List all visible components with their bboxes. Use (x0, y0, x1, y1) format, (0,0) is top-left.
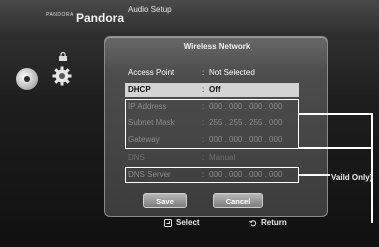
row-colon: : (202, 135, 205, 144)
select-help-label: Select (176, 218, 200, 227)
annotation-line-top (298, 113, 372, 115)
save-button[interactable]: Save (143, 193, 187, 208)
row-ip-address[interactable]: IP Address : 000 . 000 . 000 . 000 (125, 100, 299, 114)
row-dns[interactable]: DNS : Manual (125, 151, 299, 165)
row-subnet-mask[interactable]: Subnet Mask : 255 . 255 . 255 . 000 (125, 116, 299, 130)
gear-icon[interactable] (52, 66, 72, 86)
dns-server-value: 000 . 000 . 000 . 000 (209, 170, 283, 179)
top-bar: PANDORA Pandora Audio Setup (0, 0, 379, 40)
access-point-label: Access Point (128, 68, 175, 77)
dns-server-label: DNS Server (128, 170, 171, 179)
wireless-network-dialog: Wireless Network Access Point : Not Sele… (104, 36, 328, 217)
dialog-title: Wireless Network (183, 42, 251, 51)
pandora-logo: PANDORA (46, 12, 74, 18)
row-dhcp[interactable]: DHCP : Off (125, 83, 299, 97)
enter-icon (164, 219, 172, 227)
ip-address-value: 000 . 000 . 000 . 000 (209, 102, 283, 111)
annotation-line-dns (298, 174, 330, 176)
access-point-value: Not Selected (209, 68, 255, 77)
disc-icon[interactable] (16, 68, 38, 90)
gateway-label: Gateway (128, 135, 160, 144)
row-colon: : (202, 170, 205, 179)
subnet-mask-value: 255 . 255 . 255 . 000 (209, 118, 283, 127)
row-colon: : (202, 118, 205, 127)
row-colon: : (202, 68, 205, 77)
dhcp-label: DHCP (128, 85, 151, 94)
subnet-mask-label: Subnet Mask (128, 118, 175, 127)
annotation-line-mid (298, 147, 372, 149)
dns-label: DNS (128, 153, 145, 162)
row-access-point[interactable]: Access Point : Not Selected (125, 66, 299, 80)
tv-screen: PANDORA Pandora Audio Setup Wireless Net… (0, 0, 379, 247)
valid-only-note: Vaild Only) (331, 173, 373, 182)
row-gateway[interactable]: Gateway : 000 . 000 . 000 . 000 (125, 133, 299, 147)
return-help-label: Return (261, 218, 287, 227)
dhcp-value: Off (209, 85, 221, 94)
dns-value: Manual (209, 153, 236, 162)
audio-setup-label: Audio Setup (128, 5, 172, 14)
annotation-line-vertical (371, 113, 373, 223)
cancel-button[interactable]: Cancel (213, 193, 263, 208)
return-icon (249, 220, 257, 227)
dialog-buttons: Save Cancel (105, 193, 329, 209)
row-colon: : (202, 85, 205, 94)
row-colon: : (202, 153, 205, 162)
ip-address-label: IP Address (128, 102, 167, 111)
row-colon: : (202, 102, 205, 111)
pandora-title: Pandora (76, 11, 125, 25)
gateway-value: 000 . 000 . 000 . 000 (209, 135, 283, 144)
lock-icon (59, 52, 67, 61)
row-dns-server[interactable]: DNS Server : 000 . 000 . 000 . 000 (125, 168, 299, 182)
